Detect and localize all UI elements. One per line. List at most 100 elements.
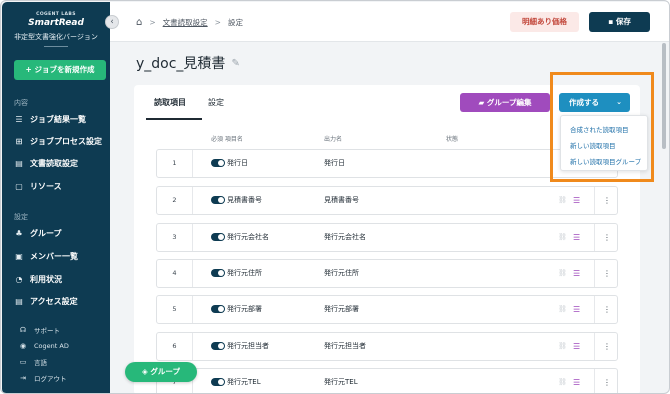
nav-item-access[interactable]: ▤ アクセス設定 [14, 294, 77, 308]
drag-handle-icon[interactable]: ⋮ [594, 187, 611, 214]
drag-handle-icon[interactable]: ⋮ [594, 224, 611, 251]
menu-item-new-field[interactable]: 新しい読取項目 [570, 140, 616, 150]
util-item-label: サポート [34, 327, 60, 335]
table-row[interactable]: 1 発行日 発行日 [156, 149, 618, 178]
create-button[interactable]: 作成する ⌄ [559, 93, 630, 112]
required-toggle[interactable] [211, 159, 225, 167]
section-label-content: 内容 [14, 99, 28, 107]
row-number: 6 [157, 333, 193, 360]
link-icon[interactable]: ⛓ [558, 333, 567, 360]
floating-group-button[interactable]: ◈ グループ [125, 362, 197, 382]
folder-edit-icon: ▰ [478, 98, 487, 107]
app-window: COGENT LABS SmartRead 非定型文書強化バージョン + ジョブ… [0, 0, 670, 394]
row-number: 1 [157, 150, 193, 177]
sidebar: COGENT LABS SmartRead 非定型文書強化バージョン + ジョブ… [2, 2, 110, 393]
table-row[interactable]: 5 発行元部署 発行元部署 ⛓ ☰ ⋮ [156, 295, 618, 324]
section-label-settings: 設定 [14, 213, 28, 221]
item-name: 発行元部署 [227, 305, 262, 313]
edit-icon[interactable]: ✎ [231, 58, 239, 69]
item-name: 見積書番号 [227, 196, 262, 204]
table-row[interactable]: 4 発行元住所 発行元住所 ⛓ ☰ ⋮ [156, 259, 618, 288]
tab-read-items[interactable]: 読取項目 [154, 97, 186, 108]
util-item-logout[interactable]: ⇥ ログアウト [18, 372, 67, 384]
document-icon: ▤ [15, 158, 23, 168]
settings-sliders-icon[interactable]: ☰ [573, 187, 580, 214]
menu-item-composite-field[interactable]: 合成された読取項目 [570, 124, 629, 134]
output-name: 発行元TEL [324, 378, 358, 386]
nav-item-label: ジョブ結果一覧 [30, 114, 86, 124]
settings-sliders-icon[interactable]: ☰ [573, 296, 580, 323]
nav-item-job-results[interactable]: ☰ ジョブ結果一覧 [14, 112, 86, 126]
user-icon: ◉ [19, 342, 27, 350]
access-icon: ▤ [15, 296, 23, 306]
table-row[interactable]: 6 発行元担当者 発行元担当者 ⛓ ☰ ⋮ [156, 332, 618, 361]
nav-item-label: 利用状況 [30, 274, 62, 284]
required-toggle[interactable] [211, 305, 225, 313]
group-edit-button[interactable]: ▰ グループ編集 [460, 93, 550, 112]
required-toggle[interactable] [211, 269, 225, 277]
drag-handle-icon[interactable]: ⋮ [594, 260, 611, 287]
nav-item-label: 文書読取設定 [30, 158, 78, 168]
link-icon[interactable]: ⛓ [558, 187, 567, 214]
group-edit-label: グループ編集 [486, 98, 532, 107]
nav-item-group[interactable]: ♣ グループ [14, 226, 62, 240]
settings-sliders-icon[interactable]: ☰ [573, 369, 580, 393]
language-icon: ▭ [19, 358, 27, 366]
nav-item-label: グループ [30, 228, 62, 238]
row-number: 2 [157, 187, 193, 214]
required-toggle[interactable] [211, 233, 225, 241]
column-header-status: 状態 [446, 136, 459, 143]
scrollbar[interactable] [662, 43, 666, 149]
item-name: 発行元TEL [227, 378, 261, 386]
drag-handle-icon[interactable]: ⋮ [594, 333, 611, 360]
settings-sliders-icon[interactable]: ☰ [573, 333, 580, 360]
top-bar: ⌂ > 文書読取設定 > 設定 明細あり価格 ▪ 保存 [110, 2, 669, 42]
item-name: 発行元住所 [227, 269, 262, 277]
link-icon[interactable]: ⛓ [558, 296, 567, 323]
nav-item-job-process[interactable]: ⊞ ジョブプロセス設定 [14, 134, 102, 148]
nav-item-resources[interactable]: ▢ リソース [14, 179, 61, 193]
row-number: 4 [157, 260, 193, 287]
table-row[interactable]: 3 発行元会社名 発行元会社名 ⛓ ☰ ⋮ [156, 223, 618, 252]
util-item-user[interactable]: ◉ Cogent AD [18, 340, 69, 352]
nav-item-document-settings[interactable]: ▤ 文書読取設定 [14, 156, 78, 170]
output-name: 発行元部署 [324, 305, 359, 313]
new-job-button[interactable]: + ジョブを新規作成 [14, 60, 106, 80]
save-button[interactable]: ▪ 保存 [589, 12, 650, 32]
save-button-label: 保存 [615, 17, 631, 26]
output-name: 発行元会社名 [324, 233, 366, 241]
drag-handle-icon[interactable]: ⋮ [594, 296, 611, 323]
link-icon[interactable]: ⛓ [558, 260, 567, 287]
link-icon[interactable]: ⛓ [558, 224, 567, 251]
breadcrumb-link[interactable]: 文書読取設定 [163, 17, 208, 28]
table-row[interactable]: 7 発行元TEL 発行元TEL ⛓ ☰ ⋮ [156, 368, 618, 393]
util-item-support[interactable]: ☊ サポート [18, 324, 60, 336]
item-name: 発行日 [227, 159, 248, 167]
logo-divider [44, 46, 68, 47]
chevron-down-icon: ⌄ [616, 98, 622, 106]
required-toggle[interactable] [211, 342, 225, 350]
settings-sliders-icon[interactable]: ☰ [573, 260, 580, 287]
nav-item-label: メンバー一覧 [30, 251, 78, 261]
sidebar-collapse-button[interactable]: ‹ [105, 15, 119, 29]
link-icon[interactable]: ⛓ [558, 369, 567, 393]
menu-item-new-field-group[interactable]: 新しい読取項目グループ [570, 156, 641, 166]
output-name: 発行元住所 [324, 269, 359, 277]
nav-item-usage[interactable]: ◔ 利用状況 [14, 272, 63, 286]
home-icon[interactable]: ⌂ [136, 17, 142, 28]
required-toggle[interactable] [211, 196, 225, 204]
settings-sliders-icon[interactable]: ☰ [573, 224, 580, 251]
group-icon: ♣ [15, 228, 23, 238]
item-name: 発行元担当者 [227, 342, 269, 350]
estimate-button[interactable]: 明細あり価格 [510, 12, 579, 32]
util-item-language[interactable]: ▭ 言語 [18, 356, 47, 368]
required-toggle[interactable] [211, 378, 225, 386]
table-row[interactable]: 2 見積書番号 見積書番号 ⛓ ☰ ⋮ [156, 186, 618, 215]
util-item-label: ログアウト [34, 375, 67, 383]
nav-item-members[interactable]: ▣ メンバー一覧 [14, 249, 78, 263]
drag-handle-icon[interactable]: ⋮ [594, 369, 611, 393]
breadcrumb: ⌂ > 文書読取設定 > 設定 [136, 17, 243, 28]
util-item-label: 言語 [34, 359, 47, 367]
tab-settings[interactable]: 設定 [208, 97, 224, 108]
logo-product: SmartRead [28, 18, 84, 28]
